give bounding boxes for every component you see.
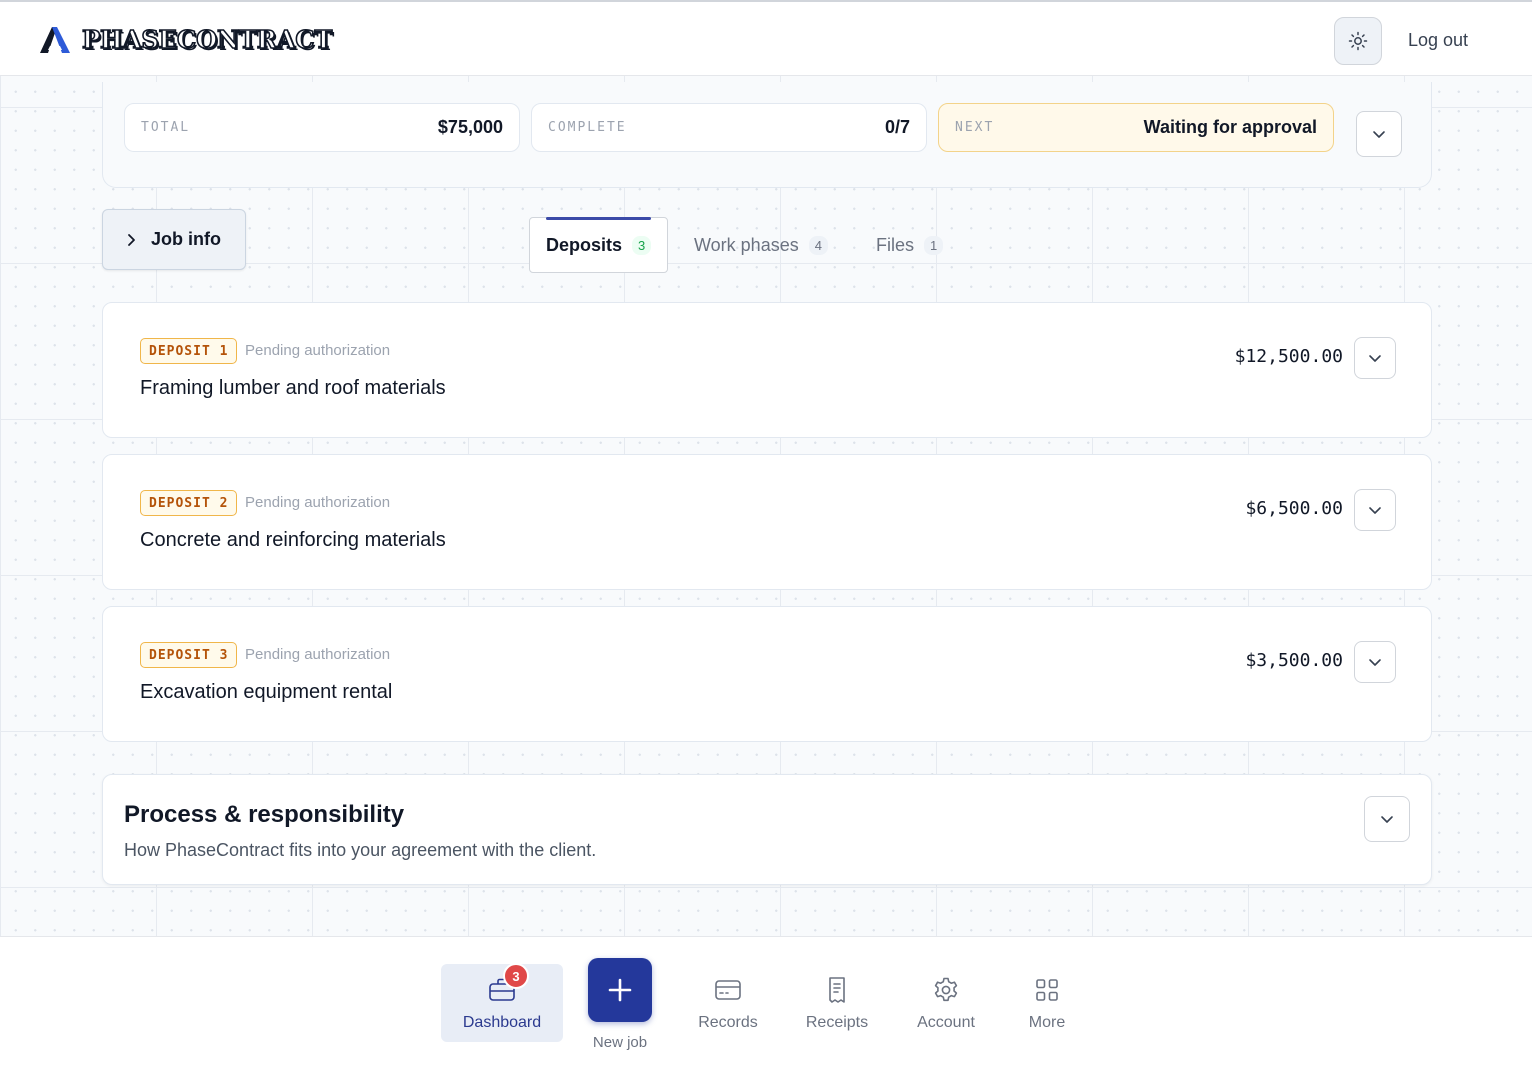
plus-icon <box>588 958 652 1022</box>
process-responsibility-card: Process & responsibility How PhaseContra… <box>102 774 1432 885</box>
chevron-down-icon <box>1373 131 1385 138</box>
nav-records[interactable]: Records <box>667 964 789 1042</box>
notification-badge: 3 <box>503 963 529 989</box>
deposit-amount: $6,500.00 <box>1245 498 1343 519</box>
tab-work-phases[interactable]: Work phases 4 <box>678 217 844 273</box>
deposit-badge: DEPOSIT 2 <box>140 490 238 516</box>
credit-card-icon <box>714 974 742 1006</box>
total-value: $75,000 <box>437 117 503 137</box>
next-label: NEXT <box>955 120 995 135</box>
tab-count: 4 <box>808 235 828 255</box>
process-description: How PhaseContract fits into your agreeme… <box>124 840 597 860</box>
complete-label: COMPLETE <box>548 120 627 135</box>
complete-value: 0/7 <box>884 117 910 137</box>
deposit-badge: DEPOSIT 1 <box>140 338 238 364</box>
process-expand-button[interactable] <box>1364 796 1410 842</box>
deposit-card: DEPOSIT 3 Pending authorization Excavati… <box>102 606 1432 742</box>
grid-icon <box>1035 974 1059 1006</box>
tab-deposits[interactable]: Deposits 3 <box>529 217 669 273</box>
chevron-down-icon <box>1369 659 1381 666</box>
next-value: Waiting for approval <box>1143 117 1317 137</box>
receipt-icon <box>827 974 847 1006</box>
deposit-card: DEPOSIT 2 Pending authorization Concrete… <box>102 454 1432 590</box>
deposit-amount: $12,500.00 <box>1234 346 1343 367</box>
total-stat: TOTAL $75,000 <box>124 103 520 152</box>
nav-label: New job <box>592 1034 648 1051</box>
job-info-label: Job info <box>151 229 221 249</box>
deposit-title: Concrete and reinforcing materials <box>140 529 446 551</box>
complete-stat: COMPLETE 0/7 <box>531 103 927 152</box>
brand-logo[interactable]: PHASECONTRACT <box>38 24 333 55</box>
logo-mark-icon <box>40 27 70 53</box>
process-title: Process & responsibility <box>124 801 405 828</box>
deposit-expand-button[interactable] <box>1354 337 1396 379</box>
tab-count: 3 <box>632 235 652 255</box>
gear-icon <box>932 974 960 1006</box>
deposit-card: DEPOSIT 1 Pending authorization Framing … <box>102 302 1432 438</box>
nav-label: Account <box>917 1014 975 1031</box>
deposit-status: Pending authorization <box>245 342 391 359</box>
deposit-status: Pending authorization <box>245 494 391 511</box>
nav-dashboard[interactable]: Dashboard 3 <box>441 963 563 1042</box>
chevron-down-icon <box>1381 816 1393 823</box>
logout-link[interactable]: Log out <box>1408 30 1468 51</box>
tab-label: Deposits <box>546 234 623 255</box>
tab-count: 1 <box>924 235 944 255</box>
nav-label: Records <box>698 1014 758 1031</box>
tab-label: Files <box>876 234 915 255</box>
top-bar: PHASECONTRACT Log out <box>0 0 1532 76</box>
nav-receipts[interactable]: Receipts <box>776 964 898 1042</box>
summary-expand-button[interactable] <box>1356 111 1402 157</box>
nav-label: More <box>1028 1014 1066 1031</box>
nav-label: Dashboard <box>462 1014 542 1031</box>
deposit-expand-button[interactable] <box>1354 489 1396 531</box>
deposit-title: Framing lumber and roof materials <box>140 377 446 399</box>
chevron-down-icon <box>1369 507 1381 514</box>
main-content: TOTAL $75,000 COMPLETE 0/7 NEXT Waiting … <box>0 76 1532 937</box>
chevron-right-icon <box>128 233 135 246</box>
tab-files[interactable]: Files 1 <box>860 217 959 273</box>
deposit-title: Excavation equipment rental <box>140 681 393 703</box>
theme-toggle-button[interactable] <box>1334 17 1382 65</box>
total-label: TOTAL <box>141 120 191 135</box>
tab-label: Work phases <box>694 234 799 255</box>
job-info-toggle[interactable]: Job info <box>102 209 246 270</box>
bottom-navigation: Dashboard 3 New job Records Receipts Acc… <box>0 938 1532 1068</box>
chevron-down-icon <box>1369 355 1381 362</box>
nav-more[interactable]: More <box>986 964 1108 1042</box>
nav-label: Receipts <box>805 1014 869 1031</box>
sun-icon <box>1348 31 1368 51</box>
deposit-expand-button[interactable] <box>1354 641 1396 683</box>
job-summary: TOTAL $75,000 COMPLETE 0/7 NEXT Waiting … <box>102 82 1432 188</box>
deposit-amount: $3,500.00 <box>1245 650 1343 671</box>
brand-name: PHASECONTRACT <box>81 24 333 55</box>
new-job-button[interactable]: New job <box>588 958 652 1051</box>
next-stat: NEXT Waiting for approval <box>938 103 1334 152</box>
deposit-badge: DEPOSIT 3 <box>140 642 238 668</box>
deposit-status: Pending authorization <box>245 646 391 663</box>
